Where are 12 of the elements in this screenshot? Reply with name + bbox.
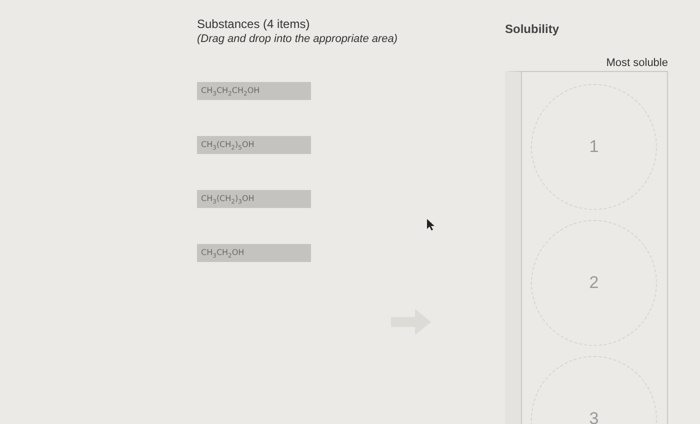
scale-label: Most soluble: [605, 57, 668, 69]
mouse-pointer-icon: [427, 219, 435, 231]
draggable-item[interactable]: CH$_{3}$(CH$_{2}$)$_{5}$OH: [197, 136, 311, 154]
draggable-item[interactable]: CH$_{3}$CH$_{2}$CH$_{2}$OH: [197, 82, 311, 100]
instruction-text: (Drag and drop into the appropriate area): [197, 33, 399, 45]
draggable-item[interactable]: CH$_{3}$(CH$_{2}$)$_{3}$OH: [197, 190, 311, 208]
drop-target[interactable]: 1: [531, 84, 657, 210]
draggable-item[interactable]: CH$_{3}$CH$_{2}$OH: [197, 244, 311, 262]
section-title: Substances (4 items): [197, 17, 311, 31]
section-title: Solubility: [505, 22, 560, 36]
drop-target[interactable]: 2: [531, 220, 657, 346]
drop-target[interactable]: 3: [531, 356, 657, 424]
